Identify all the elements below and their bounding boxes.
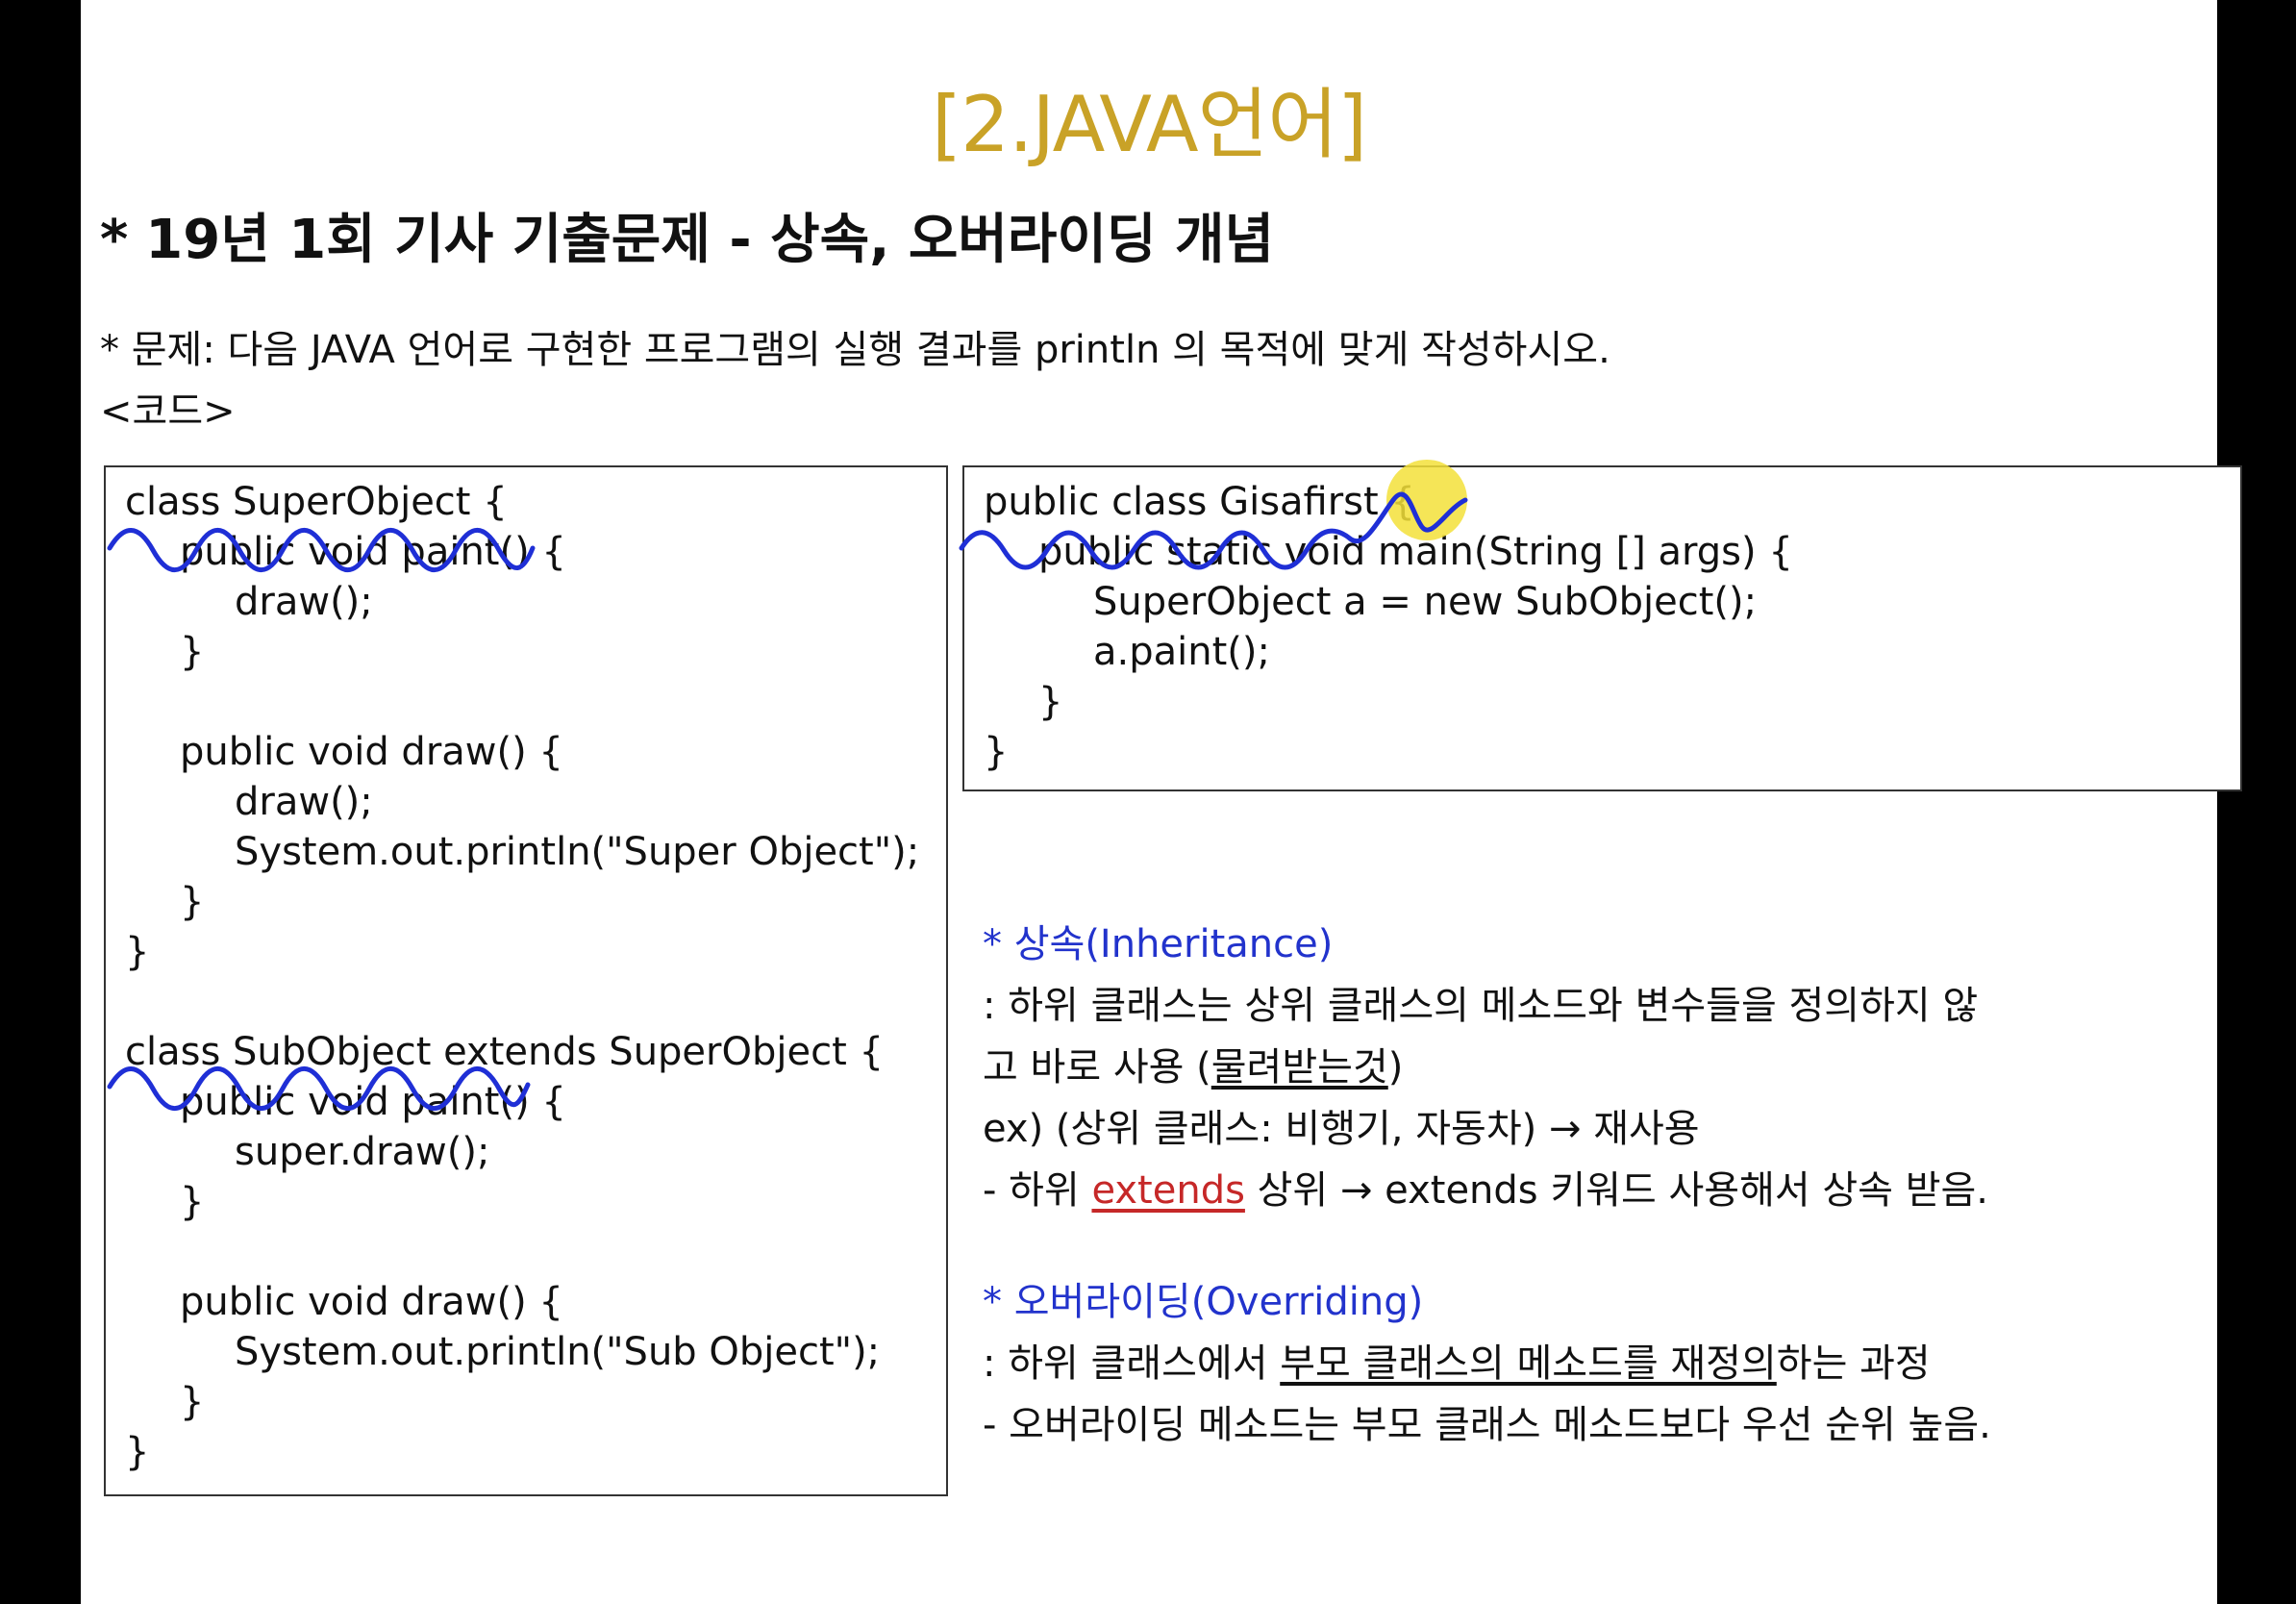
- overriding-line-2: - 오버라이딩 메소드는 부모 클래스 메소드보다 우선 순위 높음.: [983, 1403, 1991, 1447]
- concept-notes: * 상속(Inheritance) : 하위 클래스는 상위 클래스의 메소드와…: [983, 914, 2233, 1456]
- inheritance-line-2-underlined: 물려받는것: [1210, 1045, 1388, 1090]
- code-line: draw();: [235, 780, 373, 824]
- code-line: }: [180, 630, 205, 674]
- code-line: class SubObject extends SuperObject {: [125, 1030, 884, 1074]
- code-line: }: [180, 1380, 205, 1424]
- heading-bullet: *: [100, 209, 129, 271]
- code-line: }: [180, 880, 205, 924]
- overriding-line-1-underlined: 부모 클래스의 메소드를 재정의: [1280, 1341, 1777, 1386]
- code-line: }: [125, 1430, 150, 1474]
- inheritance-line-1: : 하위 클래스는 상위 클래스의 메소드와 변수들을 정의하지 않: [983, 984, 1979, 1028]
- inheritance-line-2-post: ): [1387, 1045, 1404, 1090]
- inheritance-line-2-pre: 고 바로 사용 (: [983, 1045, 1211, 1090]
- overriding-line-1-pre: : 하위 클래스에서: [983, 1341, 1281, 1386]
- code-line: }: [1038, 680, 1063, 724]
- notes-spacer: [983, 1221, 2233, 1271]
- screen: [2.JAVA언어] * 19년 1회 기사 기출문제 - 상속, 오버라이딩 개…: [0, 0, 2296, 1604]
- code-line-blank: [125, 1227, 919, 1277]
- code-line: public void draw() {: [180, 730, 563, 774]
- code-line: public static void main(String [] args) …: [1038, 530, 1793, 574]
- code-line: a.paint();: [1093, 630, 1270, 674]
- inheritance-line-4: - 하위 extends 상위 → extends 키워드 사용해서 상속 받음…: [983, 1160, 2233, 1221]
- problem-statement: * 문제: 다음 JAVA 언어로 구현한 프로그램의 실행 결과를 print…: [100, 328, 1610, 372]
- inheritance-line-3: ex) (상위 클래스: 비행기, 자동차) → 재사용: [983, 1107, 1700, 1151]
- code-line: SuperObject a = new SubObject();: [1093, 580, 1758, 624]
- code-lines-right: public class Gisafirst { public static v…: [984, 477, 1793, 777]
- code-line: System.out.println("Super Object");: [235, 830, 920, 874]
- code-line: }: [984, 730, 1009, 774]
- code-line: }: [125, 930, 150, 974]
- code-box-left: class SuperObject { public void paint() …: [104, 465, 948, 1496]
- code-line-blank: [125, 677, 919, 727]
- code-lines-left: class SuperObject { public void paint() …: [125, 477, 919, 1477]
- code-line-blank: [125, 977, 919, 1027]
- code-line: class SuperObject {: [125, 480, 508, 524]
- overriding-line-1-post: 하는 과정: [1776, 1341, 1931, 1386]
- extends-keyword: extends: [1091, 1168, 1245, 1213]
- code-line: System.out.println("Sub Object");: [235, 1330, 881, 1374]
- code-line: public void draw() {: [180, 1280, 563, 1324]
- code-line: }: [180, 1180, 205, 1224]
- lecture-slide: [2.JAVA언어] * 19년 1회 기사 기출문제 - 상속, 오버라이딩 개…: [81, 0, 2242, 1604]
- inheritance-line-4-post: 상위 → extends 키워드 사용해서 상속 받음.: [1244, 1168, 1989, 1213]
- slide-title: [2.JAVA언어]: [931, 80, 1367, 169]
- overriding-heading: * 오버라이딩(Overriding): [983, 1280, 1424, 1324]
- code-line: public void paint() {: [180, 530, 566, 574]
- pointer-highlight: [1386, 460, 1467, 540]
- section-heading: * 19년 1회 기사 기출문제 - 상속, 오버라이딩 개념: [100, 202, 1274, 279]
- inheritance-heading: * 상속(Inheritance): [983, 922, 1334, 966]
- code-label: <코드>: [100, 389, 236, 434]
- code-line: public void paint() {: [180, 1080, 566, 1124]
- code-line: super.draw();: [235, 1130, 490, 1174]
- overriding-line-1: : 하위 클래스에서 부모 클래스의 메소드를 재정의하는 과정: [983, 1333, 2233, 1394]
- code-line: draw();: [235, 580, 373, 624]
- code-box-right: public class Gisafirst { public static v…: [962, 465, 2242, 791]
- inheritance-line-4-pre: - 하위: [983, 1168, 1092, 1213]
- heading-text: 19년 1회 기사 기출문제 - 상속, 오버라이딩 개념: [145, 209, 1275, 271]
- inheritance-line-2: 고 바로 사용 (물려받는것): [983, 1037, 2233, 1098]
